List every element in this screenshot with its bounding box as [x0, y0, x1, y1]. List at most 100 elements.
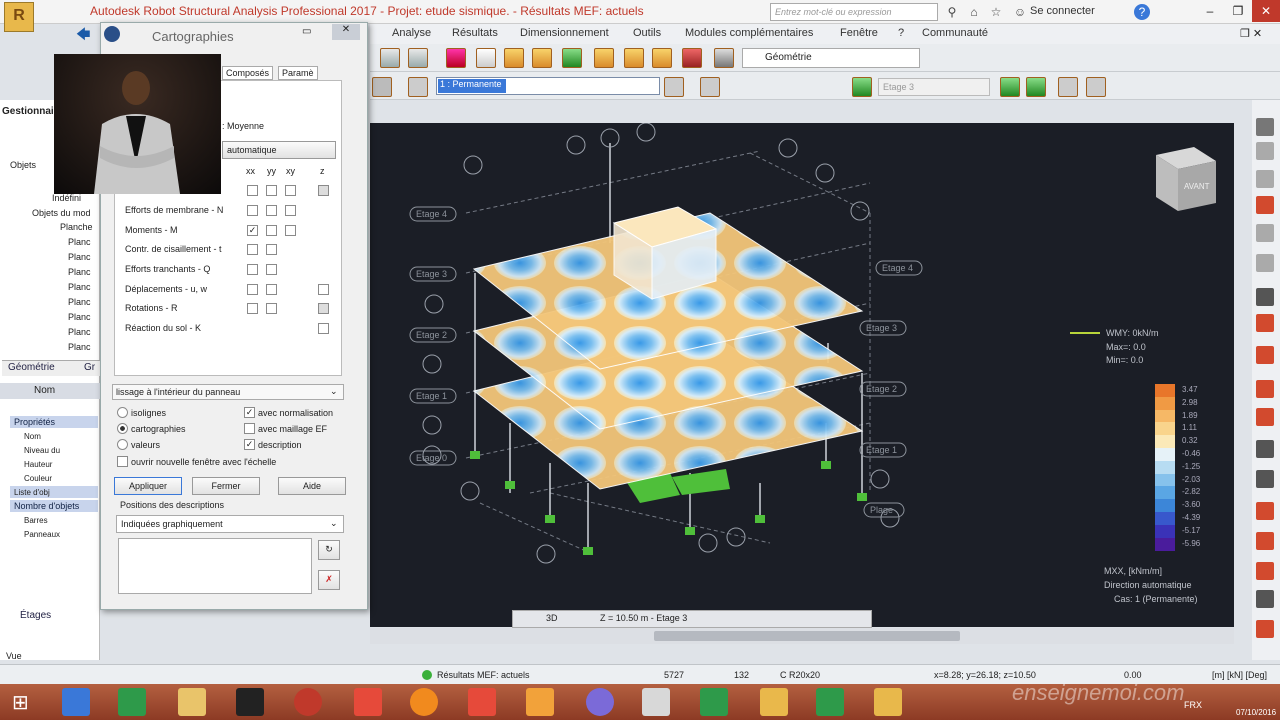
r-tool-icon[interactable]	[1256, 620, 1274, 638]
3d-viewport[interactable]: Etage 4 Etage 3 Etage 2 Etage 1 Etage 0 …	[370, 122, 1234, 627]
tree-item[interactable]: Objets du mod	[32, 208, 91, 218]
menu-modules[interactable]: Modules complémentaires	[685, 27, 813, 39]
checkbox-checked[interactable]: ✓	[244, 439, 255, 450]
r-tool-icon[interactable]	[1256, 562, 1274, 580]
checkbox-checked[interactable]: ✓	[247, 225, 258, 236]
checkbox[interactable]	[247, 303, 258, 314]
tools-icon[interactable]	[682, 48, 702, 68]
close-button[interactable]: ✕	[1252, 0, 1280, 22]
tree-item[interactable]: Planc	[68, 312, 91, 322]
checkbox[interactable]	[266, 303, 277, 314]
tree-item[interactable]: Planc	[68, 267, 91, 277]
browser-icon[interactable]	[586, 688, 614, 716]
prop-group[interactable]: Nombre d'objets	[14, 501, 79, 511]
r-tool-icon[interactable]	[1256, 532, 1274, 550]
etage-select[interactable]: Etage 3	[878, 78, 990, 96]
etage-icon[interactable]	[852, 77, 872, 97]
checkbox-checked[interactable]: ✓	[244, 407, 255, 418]
r-tool-icon[interactable]	[1256, 380, 1274, 398]
load-icon[interactable]	[408, 77, 428, 97]
binoculars-icon[interactable]: ⚲	[944, 4, 960, 20]
close-dialog-button[interactable]: Fermer	[192, 477, 260, 495]
checkbox[interactable]	[244, 423, 255, 434]
menu-communaute[interactable]: Communauté	[922, 27, 988, 39]
tree-item[interactable]: Objets	[10, 160, 36, 170]
r-tool-icon[interactable]	[1256, 288, 1274, 306]
zoom-window-icon[interactable]	[504, 48, 524, 68]
checkbox[interactable]	[318, 185, 329, 196]
grid-icon[interactable]	[380, 48, 400, 68]
app-icon[interactable]: R	[4, 2, 34, 32]
lissage-select[interactable]: lissage à l'intérieur du panneau	[116, 387, 240, 397]
sign-in-link[interactable]: Se connecter	[1030, 5, 1095, 17]
r-tool-icon[interactable]	[1256, 346, 1274, 364]
r-tool-icon[interactable]	[1256, 142, 1274, 160]
tree-item[interactable]: Planc	[68, 237, 91, 247]
r-tool-icon[interactable]	[1256, 254, 1274, 272]
settings-icon[interactable]	[652, 48, 672, 68]
tree-item[interactable]: Planc	[68, 282, 91, 292]
case-prev-icon[interactable]	[664, 77, 684, 97]
checkbox[interactable]	[285, 225, 296, 236]
layout-select[interactable]: Géométrie	[742, 48, 920, 68]
vlc-icon[interactable]	[526, 688, 554, 716]
r-tool-icon[interactable]	[1256, 118, 1274, 136]
checkbox[interactable]	[266, 244, 277, 255]
case-next-icon[interactable]	[700, 77, 720, 97]
menu-dimensionnement[interactable]: Dimensionnement	[520, 27, 609, 39]
r-tool-icon[interactable]	[1256, 224, 1274, 242]
horizontal-scrollbar[interactable]	[654, 631, 960, 641]
download-icon[interactable]	[468, 688, 496, 716]
menu-help[interactable]: ?	[898, 27, 904, 39]
radio-selected[interactable]	[117, 423, 128, 434]
restore-icon[interactable]: ❐ ✕	[1240, 27, 1262, 40]
r-tool-icon[interactable]	[1256, 314, 1274, 332]
checkbox[interactable]	[247, 284, 258, 295]
clock-date[interactable]: 07/10/2016	[1236, 708, 1276, 717]
layer-icon[interactable]	[1058, 77, 1078, 97]
apply-button[interactable]: Appliquer	[114, 477, 182, 495]
star-icon[interactable]: ☆	[988, 4, 1004, 20]
cart-icon[interactable]: ⌂	[966, 4, 982, 20]
ie-icon[interactable]	[62, 688, 90, 716]
r-tool-icon[interactable]	[1256, 196, 1274, 214]
explorer-icon[interactable]	[178, 688, 206, 716]
radio[interactable]	[117, 407, 128, 418]
calc-icon[interactable]	[714, 48, 734, 68]
dialog-minimize-button[interactable]: ▭	[302, 26, 311, 37]
back-icon[interactable]: 🡄	[76, 24, 90, 48]
excel-icon[interactable]	[118, 688, 146, 716]
checkbox[interactable]	[285, 205, 296, 216]
tree-item[interactable]: Planc	[68, 297, 91, 307]
r-tool-icon[interactable]	[1256, 502, 1274, 520]
checkbox[interactable]	[318, 323, 329, 334]
r-tool-icon[interactable]	[1256, 170, 1274, 188]
menu-outils[interactable]: Outils	[633, 27, 661, 39]
menu-resultats[interactable]: Résultats	[452, 27, 498, 39]
tab-parametres[interactable]: Paramè	[278, 66, 318, 80]
checkbox[interactable]	[266, 225, 277, 236]
tree-item[interactable]: Planche	[60, 222, 93, 232]
checkbox[interactable]	[266, 264, 277, 275]
tab-geometrie[interactable]: Géométrie	[8, 362, 55, 373]
hp-icon[interactable]	[294, 688, 322, 716]
menu-fenetre[interactable]: Fenêtre	[840, 27, 878, 39]
r-tool-icon[interactable]	[1256, 408, 1274, 426]
r-tool-icon[interactable]	[1256, 440, 1274, 458]
menu-analyse[interactable]: Analyse	[392, 27, 431, 39]
structure-view[interactable]: Etage 4 Etage 3 Etage 2 Etage 1 Etage 0 …	[370, 122, 1234, 627]
firefox-icon[interactable]	[410, 688, 438, 716]
checkbox[interactable]	[247, 205, 258, 216]
refresh-icon[interactable]: ↻	[318, 540, 340, 560]
tab-groupes[interactable]: Gr	[84, 362, 95, 373]
delete-icon[interactable]: ✗	[318, 570, 340, 590]
checkbox[interactable]	[266, 284, 277, 295]
checkbox[interactable]	[318, 284, 329, 295]
checkbox[interactable]	[247, 244, 258, 255]
tree-item[interactable]: Planc	[68, 327, 91, 337]
draw-icon[interactable]	[594, 48, 614, 68]
tab-etages[interactable]: Étages	[20, 610, 51, 621]
checkbox[interactable]	[318, 303, 329, 314]
tree-item[interactable]: Planc	[68, 342, 91, 352]
stack-icon[interactable]	[372, 77, 392, 97]
